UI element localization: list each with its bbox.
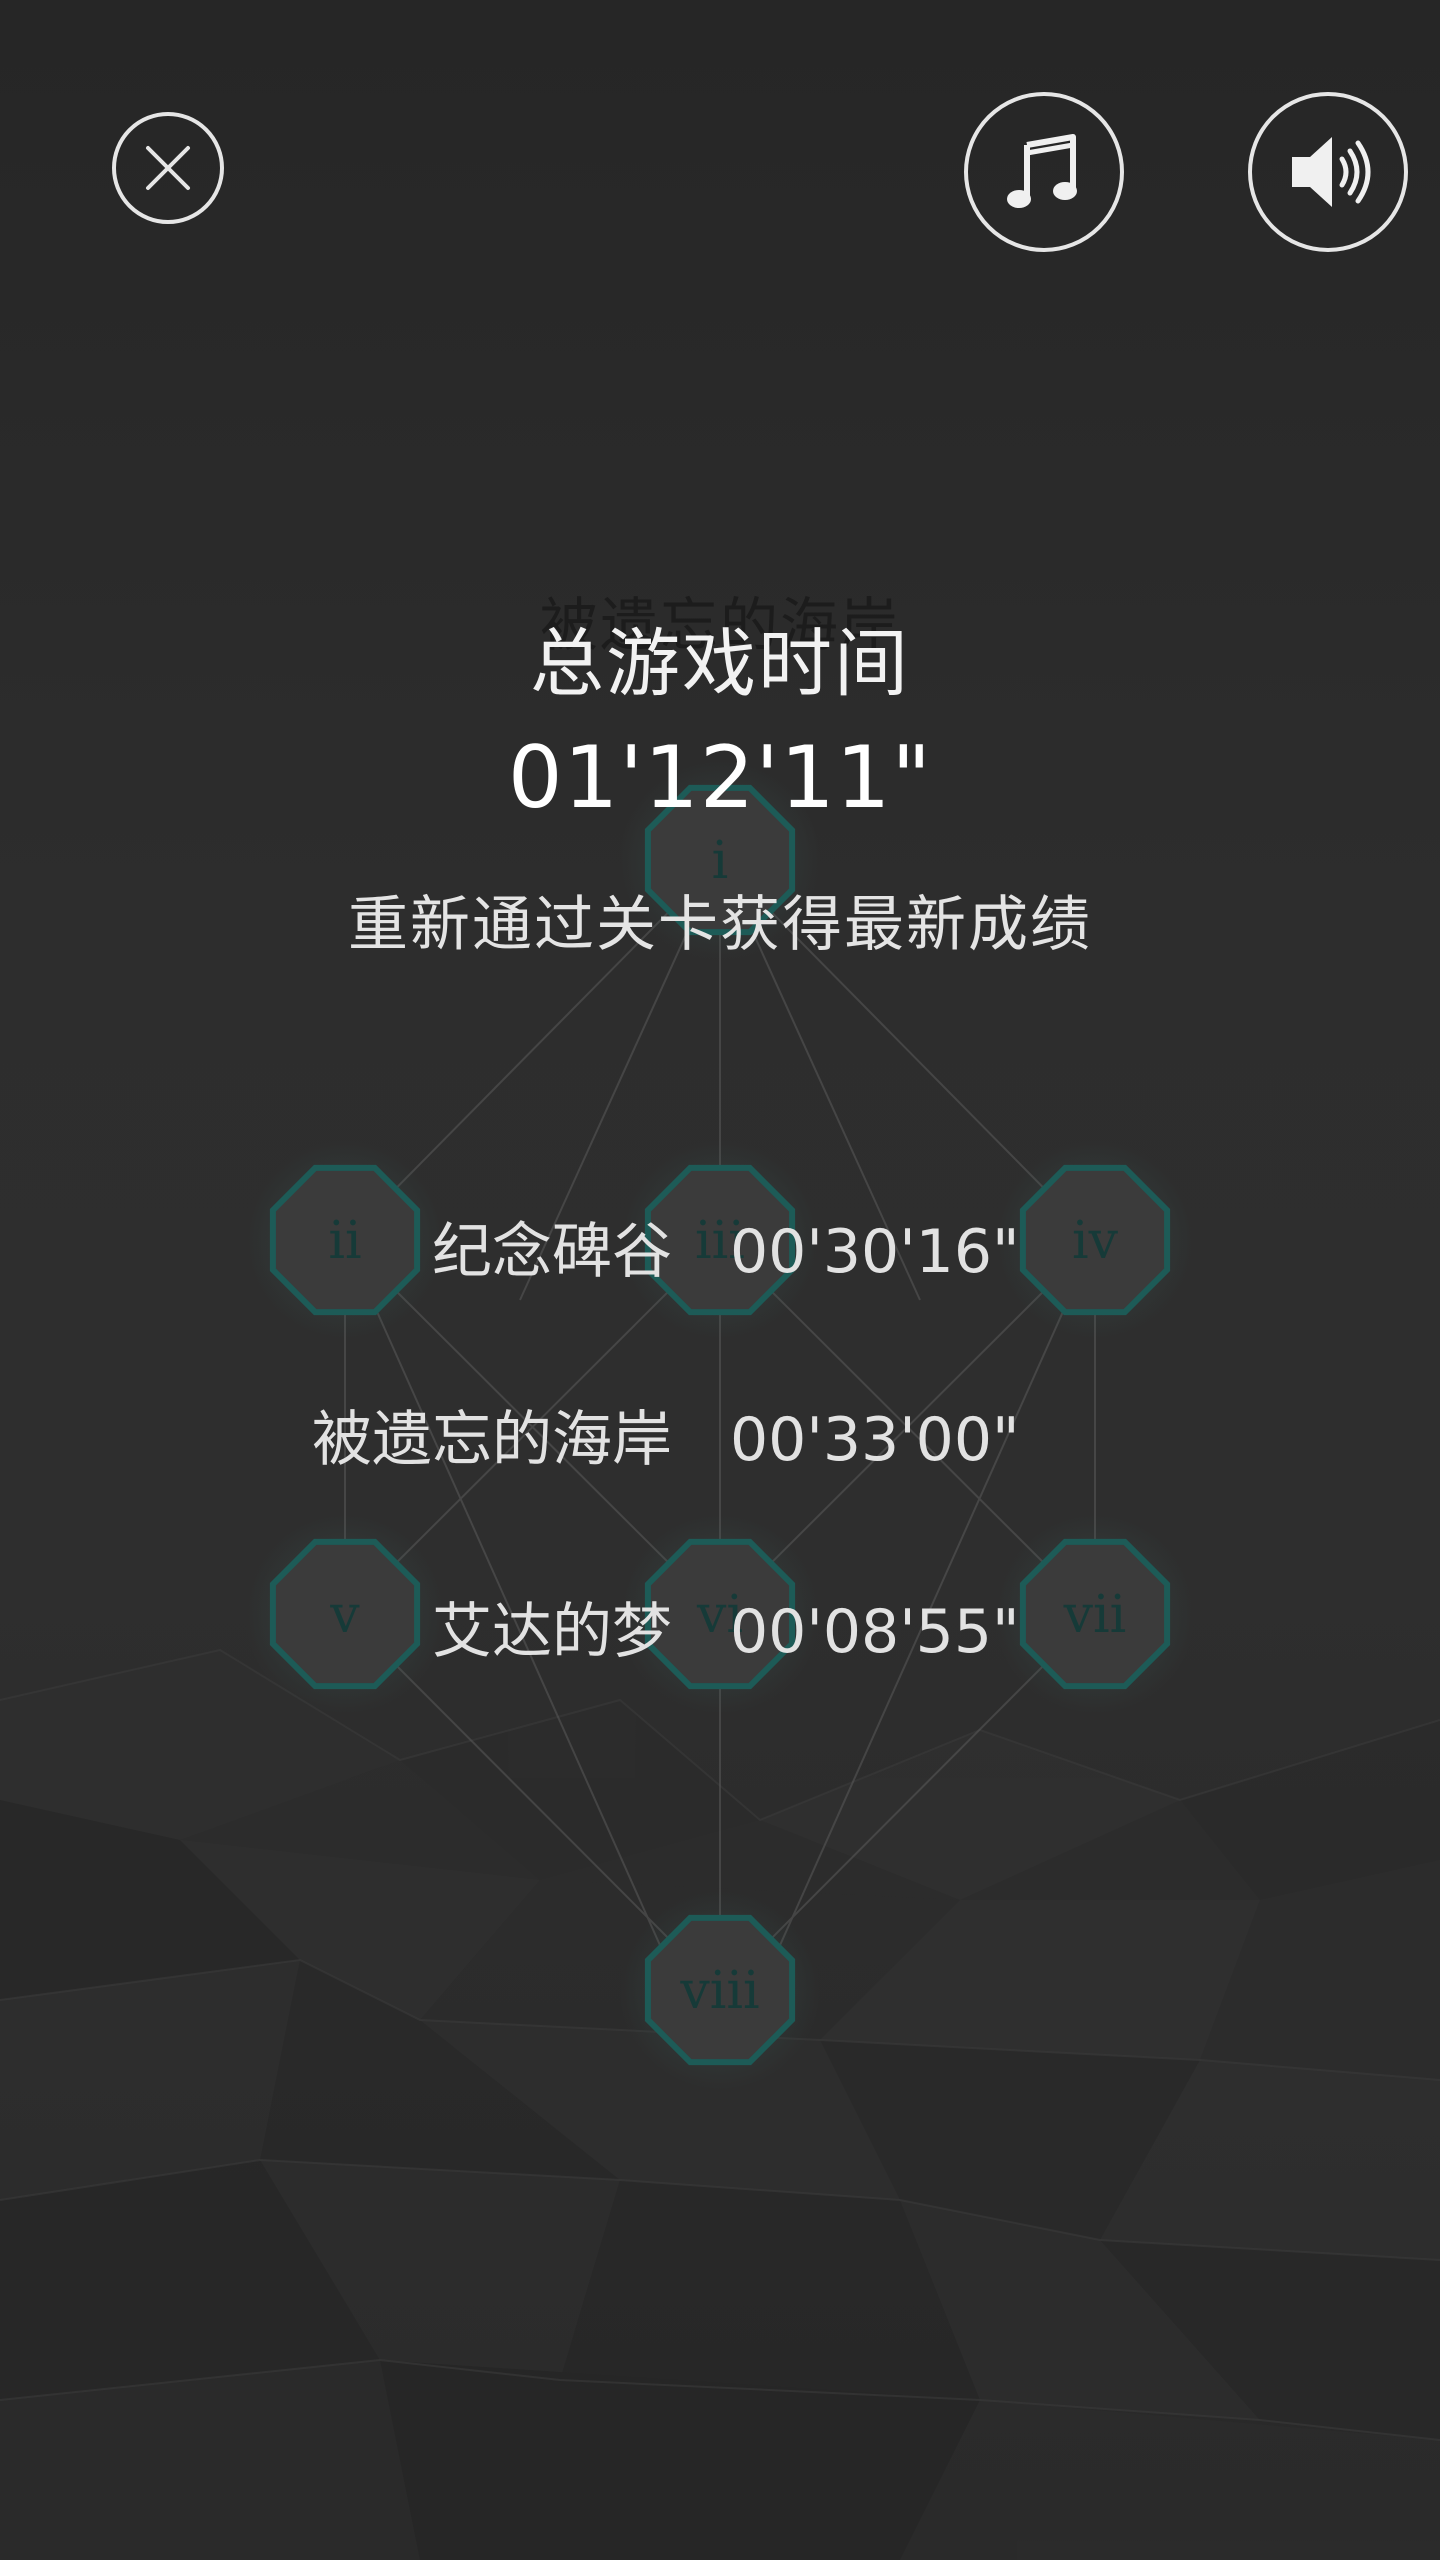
record-level-time: 00'08'55" bbox=[730, 1597, 1020, 1667]
record-row: 艾达的梦 00'08'55" bbox=[0, 1592, 1440, 1672]
record-level-name: 纪念碑谷 bbox=[432, 1217, 672, 1287]
total-time-title: 总游戏时间 bbox=[530, 621, 910, 707]
sound-toggle-button[interactable] bbox=[1248, 92, 1408, 252]
close-icon bbox=[146, 146, 190, 190]
game-screen: i ii iii iv v vi vii viii 被遗忘的海岸 总游戏时间 01'12'11… bbox=[0, 0, 1440, 2560]
speaker-icon bbox=[1292, 137, 1371, 207]
close-button[interactable] bbox=[112, 112, 224, 224]
total-time-value: 01'12'11" bbox=[507, 728, 933, 828]
music-toggle-button[interactable] bbox=[964, 92, 1124, 252]
record-row: 纪念碑谷 00'30'16" bbox=[0, 1212, 1440, 1292]
record-level-name: 被遗忘的海岸 bbox=[312, 1405, 672, 1475]
record-level-time: 00'30'16" bbox=[730, 1217, 1020, 1287]
level-node-viii[interactable]: viii bbox=[620, 1890, 820, 2090]
record-level-time: 00'33'00" bbox=[730, 1405, 1020, 1475]
replay-hint: 重新通过关卡获得最新成绩 bbox=[348, 890, 1092, 960]
record-row: 被遗忘的海岸 00'33'00" bbox=[0, 1400, 1440, 1480]
level-node-label: viii bbox=[679, 1961, 759, 2021]
music-note-icon bbox=[1007, 134, 1077, 208]
record-level-name: 艾达的梦 bbox=[432, 1597, 672, 1667]
